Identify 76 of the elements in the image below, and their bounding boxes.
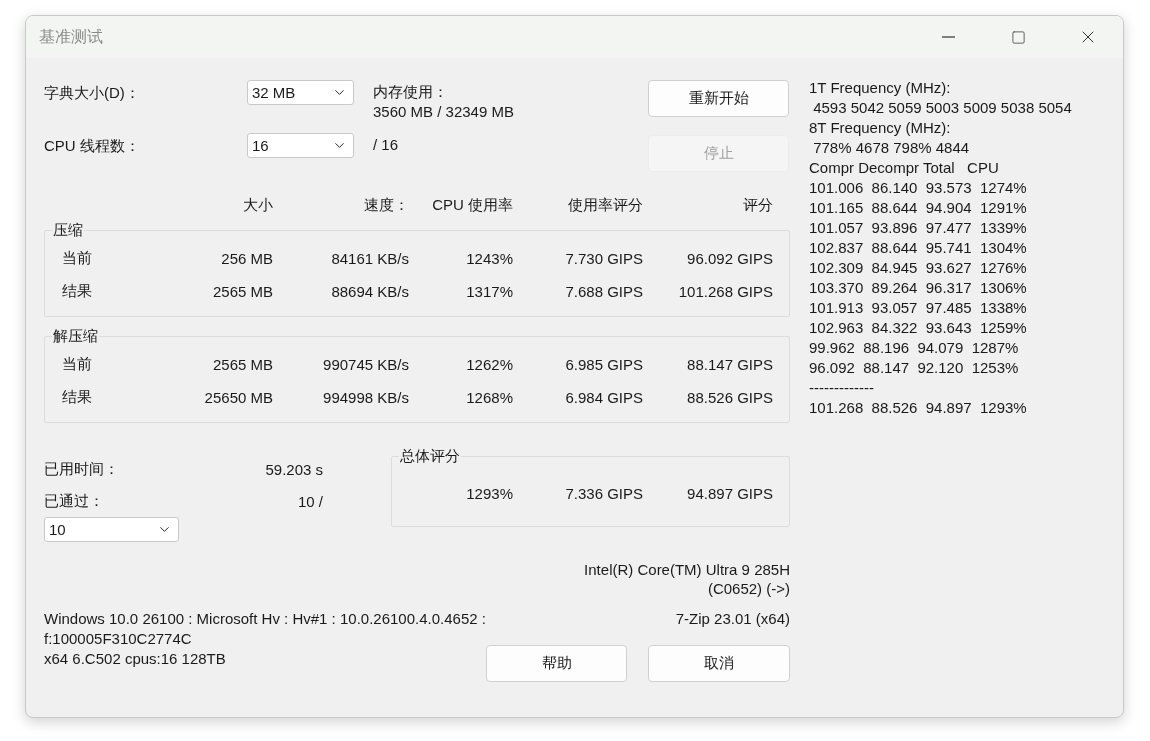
window-title: 基准测试 [38, 26, 104, 47]
system-info: x64 6.C502 cpus:16 128TB [44, 649, 226, 669]
row-label: 结果 [61, 282, 93, 301]
passes-value: 10 / [297, 492, 323, 510]
thread-count-select[interactable]: 16 [247, 133, 354, 158]
table-cell-text: 1243% [465, 248, 513, 269]
column-header: 使用率评分 [567, 195, 643, 215]
log-line: 778% 4678 798% 4844 [812, 138, 971, 158]
log-line: 103.370 89.264 96.317 1306% [809, 278, 1028, 298]
thread-total: / 16 [373, 135, 400, 155]
log-line: ------------- [809, 378, 875, 398]
cpu-name: (C0652) (->) [707, 579, 790, 598]
table-cell-text: 994998 KB/s [322, 387, 409, 408]
table-cell-text: 25650 MB [203, 387, 273, 408]
version-text: 7-Zip 23.01 (x64) [675, 609, 790, 629]
system-info: f:100005F310C2774C [44, 629, 193, 649]
elapsed-label: 已用时间： [44, 459, 119, 479]
table-cell-text: 2565 MB [211, 354, 273, 375]
row-label: 当前 [61, 355, 93, 374]
log-line: 102.309 84.945 93.627 1276% [809, 258, 1028, 278]
restart-button[interactable]: 重新开始 [648, 80, 789, 117]
table-cell-text: 256 MB [220, 248, 273, 269]
log-line: 101.913 93.057 97.485 1338% [809, 298, 1028, 318]
table-cell-text: 84161 KB/s [330, 248, 409, 269]
group-title: 总体评分 [399, 447, 461, 465]
cancel-button[interactable]: 取消 [648, 645, 790, 682]
system-info: Windows 10.0 26100 : Microsoft Hv : Hv#1 : 10.0.26100.4.0.4652 : [44, 609, 486, 629]
log-line: 101.006 86.140 93.573 1274% [809, 178, 1028, 198]
table-cell-text: 1293% [465, 483, 513, 504]
group-title: 压缩 [52, 221, 84, 239]
column-header: 速度： [363, 195, 409, 215]
table-cell-text: 96.092 GIPS [686, 248, 773, 269]
maximize-icon [1010, 29, 1026, 45]
log-line: 96.092 88.147 92.120 1253% [809, 358, 1020, 378]
group-title: 解压缩 [52, 327, 99, 345]
log-line: 101.057 93.896 97.477 1339% [809, 218, 1028, 238]
table-cell-text: 6.984 GIPS [564, 387, 643, 408]
table-cell-text: 88.147 GIPS [686, 354, 773, 375]
table-cell-text: 6.985 GIPS [564, 354, 643, 375]
elapsed-value: 59.203 s [265, 460, 323, 478]
passes-select[interactable]: 10 [44, 517, 179, 542]
log-line: 1T Frequency (MHz): [809, 78, 952, 98]
passes-label: 已通过： [44, 491, 104, 511]
log-line: 101.165 88.644 94.904 1291% [809, 198, 1028, 218]
table-cell-text: 88694 KB/s [330, 281, 409, 302]
dictionary-size-select[interactable]: 32 MB [247, 80, 354, 105]
log-line: 8T Frequency (MHz): [809, 118, 952, 138]
table-cell-text: 7.730 GIPS [564, 248, 643, 269]
table-cell-text: 88.526 GIPS [686, 387, 773, 408]
log-line: 4593 5042 5059 5003 5009 5038 5054 [812, 98, 1072, 118]
log-line: 102.963 84.322 93.643 1259% [809, 318, 1028, 338]
table-cell-text: 101.268 GIPS [677, 281, 773, 302]
help-button[interactable]: 帮助 [486, 645, 627, 682]
field-label: 字典大小(D)： [44, 83, 141, 103]
row-label: 结果 [61, 388, 93, 407]
column-header: 大小 [242, 195, 273, 215]
table-cell-text: 990745 KB/s [322, 354, 409, 375]
column-header: CPU 使用率 [431, 195, 513, 215]
memory-value: 3560 MB / 32349 MB [373, 102, 515, 122]
table-cell-text: 1317% [465, 281, 513, 302]
table-cell-text: 94.897 GIPS [686, 483, 773, 504]
column-header: 评分 [742, 195, 773, 215]
table-cell-text: 7.688 GIPS [564, 281, 643, 302]
log-line: 101.268 88.526 94.897 1293% [809, 398, 1028, 418]
log-line: Compr Decompr Total CPU [809, 158, 1000, 178]
row-label: 当前 [61, 249, 93, 268]
field-label: CPU 线程数： [44, 136, 141, 156]
table-cell-text: 1268% [465, 387, 513, 408]
table-cell-text: 1262% [465, 354, 513, 375]
minimize-icon [941, 36, 955, 38]
log-line: 99.962 88.196 94.079 1287% [809, 338, 1020, 358]
table-cell-text: 2565 MB [211, 281, 273, 302]
memory-label: 内存使用： [373, 82, 449, 102]
table-cell-text: 7.336 GIPS [564, 483, 643, 504]
cpu-name: Intel(R) Core(TM) Ultra 9 285H [584, 560, 790, 579]
log-line: 102.837 88.644 95.741 1304% [809, 238, 1028, 258]
